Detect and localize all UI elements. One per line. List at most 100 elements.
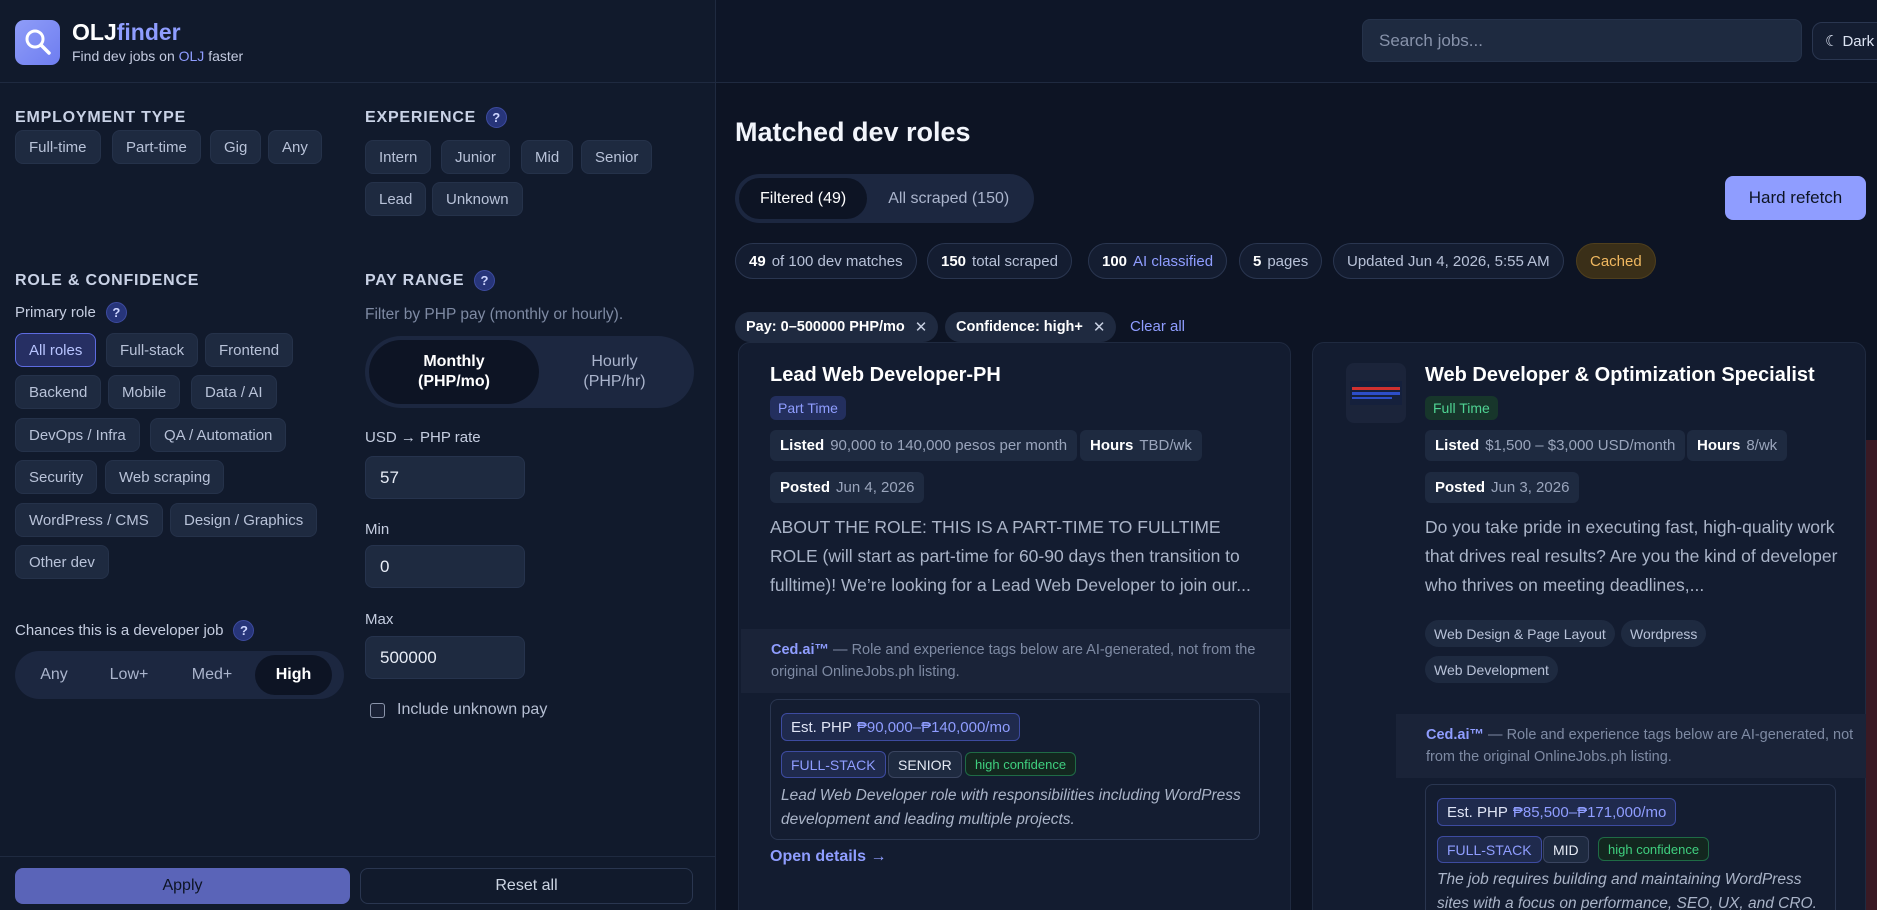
- skill-tag: Web Development: [1425, 656, 1558, 683]
- employment-full-time[interactable]: Full-time: [15, 130, 101, 164]
- close-icon[interactable]: ✕: [915, 318, 928, 336]
- employment-part-time[interactable]: Part-time: [112, 130, 201, 164]
- experience-junior[interactable]: Junior: [441, 140, 510, 174]
- role-backend[interactable]: Backend: [15, 375, 102, 409]
- estimated-pay: Est. PHP ₱90,000–₱140,000/mo: [781, 713, 1021, 741]
- company-logo-icon: [1346, 363, 1406, 423]
- experience-senior[interactable]: Senior: [581, 140, 653, 174]
- job-posted: Posted Jun 3, 2026: [1425, 472, 1580, 503]
- employment-any[interactable]: Any: [268, 130, 322, 164]
- min-label: Min: [365, 521, 390, 538]
- job-description: Do you take pride in executing fast, hig…: [1425, 517, 1838, 595]
- max-label: Max: [365, 611, 394, 628]
- job-title[interactable]: Web Developer & Optimization Specialist: [1425, 364, 1815, 387]
- role-mobile[interactable]: Mobile: [108, 375, 181, 409]
- role-confidence-title: ROLE & CONFIDENCE: [15, 272, 200, 289]
- stat-updated: Updated Jun 4, 2026, 5:55 AM: [1333, 243, 1564, 279]
- search-input[interactable]: Search jobs...: [1362, 19, 1802, 62]
- role-full-stack[interactable]: Full-stack: [106, 333, 199, 367]
- max-pay-input[interactable]: 500000: [365, 636, 525, 679]
- stat-scraped: 150 total scraped: [927, 243, 1072, 279]
- chances-selector: Any Low+ Med+ High: [15, 651, 344, 699]
- level-tag: SENIOR: [888, 751, 962, 778]
- role-tag: FULL-STACK: [1437, 836, 1542, 863]
- ai-summary: The job requires building and maintainin…: [1437, 871, 1817, 910]
- rate-label: USD → PHP rate: [365, 429, 481, 446]
- clear-all-link[interactable]: Clear all: [1130, 318, 1185, 335]
- role-security[interactable]: Security: [15, 460, 98, 494]
- page-title: Matched dev roles: [735, 117, 971, 147]
- experience-unknown[interactable]: Unknown: [432, 182, 523, 216]
- role-frontend[interactable]: Frontend: [205, 333, 294, 367]
- reset-all-button[interactable]: Reset all: [360, 868, 693, 904]
- results-tabs: Filtered (49) All scraped (150): [735, 174, 1035, 223]
- job-type-badge: Full Time: [1425, 396, 1498, 420]
- job-hours: Hours TBD/wk: [1080, 430, 1202, 461]
- role-data-ai[interactable]: Data / AI: [191, 375, 277, 409]
- skill-tag: Wordpress: [1621, 620, 1707, 647]
- active-filter-pay[interactable]: Pay: 0–500000 PHP/mo ✕: [735, 312, 939, 342]
- experience-help-icon[interactable]: ?: [486, 107, 508, 128]
- pay-range-title: PAY RANGE ?: [365, 270, 496, 291]
- chances-help-icon[interactable]: ?: [233, 620, 255, 641]
- tab-filtered[interactable]: Filtered (49): [739, 178, 868, 219]
- job-description: ABOUT THE ROLE: THIS IS A PART-TIME TO F…: [770, 517, 1251, 595]
- chances-label: Chances this is a developer job ?: [15, 620, 255, 641]
- filters-sidebar: OLJfinder Find dev jobs on OLJ faster EM…: [0, 0, 716, 910]
- role-qa-automation[interactable]: QA / Automation: [150, 418, 287, 452]
- job-title[interactable]: Lead Web Developer-PH: [770, 364, 1001, 387]
- estimated-pay: Est. PHP ₱85,500–₱171,000/mo: [1437, 798, 1677, 826]
- job-posted: Posted Jun 4, 2026: [770, 472, 925, 503]
- role-all-roles[interactable]: All roles: [15, 333, 97, 367]
- open-details-link[interactable]: Open details →: [770, 848, 886, 866]
- pay-range-hint: Filter by PHP pay (monthly or hourly).: [365, 306, 624, 323]
- include-unknown-pay[interactable]: Include unknown pay: [370, 701, 547, 719]
- min-pay-input[interactable]: 0: [365, 545, 525, 588]
- primary-role-help-icon[interactable]: ?: [105, 302, 127, 323]
- cached-badge: Cached: [1576, 243, 1656, 279]
- scroll-track[interactable]: [1866, 440, 1877, 910]
- include-unknown-label: Include unknown pay: [397, 701, 548, 718]
- hard-refetch-button[interactable]: Hard refetch: [1725, 176, 1866, 220]
- brand-tagline: Find dev jobs on OLJ faster: [72, 48, 244, 64]
- experience-mid[interactable]: Mid: [521, 140, 574, 174]
- role-design-graphics[interactable]: Design / Graphics: [170, 503, 318, 537]
- skill-tag: Web Design & Page Layout: [1425, 620, 1615, 647]
- close-icon[interactable]: ✕: [1093, 318, 1106, 336]
- job-listed-pay: Listed 90,000 to 140,000 pesos per month: [770, 430, 1078, 461]
- chances-high[interactable]: High: [255, 655, 332, 695]
- include-unknown-checkbox[interactable]: [370, 702, 385, 718]
- employment-gig[interactable]: Gig: [210, 130, 262, 164]
- usd-php-rate-input[interactable]: 57: [365, 456, 525, 499]
- chances-med[interactable]: Med+: [169, 655, 255, 695]
- tab-all-scraped[interactable]: All scraped (150): [867, 178, 1030, 219]
- stat-pages: 5 pages: [1239, 243, 1323, 279]
- moon-icon: ☾: [1825, 33, 1839, 50]
- pay-period-hourly[interactable]: Hourly (PHP/hr): [539, 340, 690, 404]
- pay-period-monthly[interactable]: Monthly (PHP/mo): [369, 340, 539, 404]
- apply-button[interactable]: Apply: [15, 868, 350, 904]
- role-wordpress-cms[interactable]: WordPress / CMS: [15, 503, 163, 537]
- brand[interactable]: OLJfinder Find dev jobs on OLJ faster: [15, 19, 243, 65]
- confidence-badge: high confidence: [1598, 837, 1710, 861]
- stat-ai-classified: 100 AI classified: [1088, 243, 1228, 279]
- job-listed-pay: Listed $1,500 – $3,000 USD/month: [1425, 430, 1686, 461]
- role-web-scraping[interactable]: Web scraping: [105, 460, 225, 494]
- chances-low[interactable]: Low+: [89, 655, 169, 695]
- stat-matches: 49 of 100 dev matches: [735, 243, 917, 279]
- chances-any[interactable]: Any: [19, 655, 89, 695]
- ai-summary: Lead Web Developer role with responsibil…: [781, 787, 1241, 828]
- search-icon: [15, 19, 60, 65]
- divider: [0, 82, 716, 83]
- role-other-dev[interactable]: Other dev: [15, 545, 109, 579]
- role-devops-infra[interactable]: DevOps / Infra: [15, 418, 140, 452]
- pay-range-help-icon[interactable]: ?: [474, 270, 496, 291]
- active-filter-confidence[interactable]: Confidence: high+ ✕: [945, 312, 1117, 342]
- experience-lead[interactable]: Lead: [365, 182, 427, 216]
- theme-toggle-button[interactable]: ☾ Dark: [1812, 22, 1877, 60]
- primary-role-label: Primary role ?: [15, 302, 127, 323]
- experience-intern[interactable]: Intern: [365, 140, 432, 174]
- ai-disclaimer: Ced.ai™ — Role and experience tags below…: [1396, 714, 1866, 778]
- confidence-badge: high confidence: [965, 752, 1077, 776]
- brand-name: OLJfinder: [72, 19, 181, 45]
